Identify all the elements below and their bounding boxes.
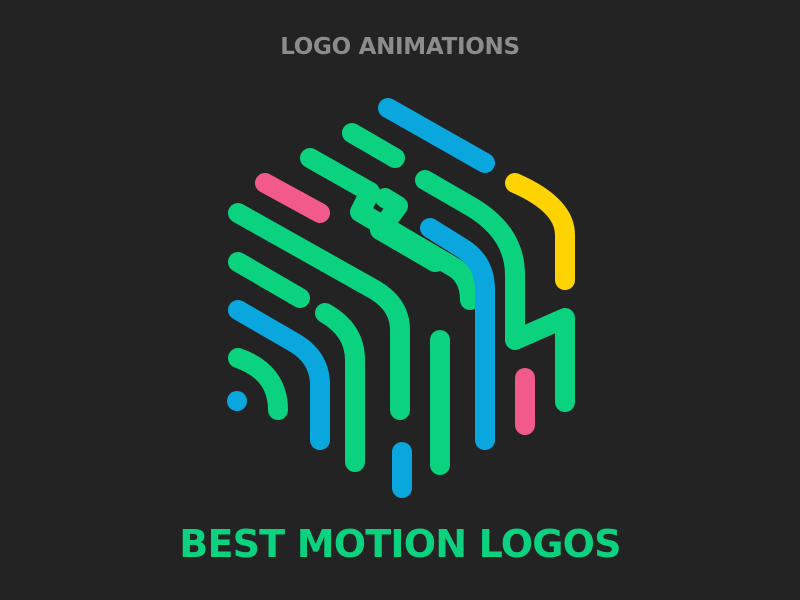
logo-dot-blue: [227, 391, 247, 411]
maze-cube-logo: [227, 98, 575, 498]
artboard: LOGO ANIMATIONS BEST MOTION LOGOS: [0, 0, 800, 600]
page-title: BEST MOTION LOGOS: [179, 522, 621, 566]
logo-stroke-green-6: [228, 252, 310, 308]
logo-stroke-pink-top: [255, 173, 330, 223]
logo-stroke-green-1: [342, 123, 405, 168]
